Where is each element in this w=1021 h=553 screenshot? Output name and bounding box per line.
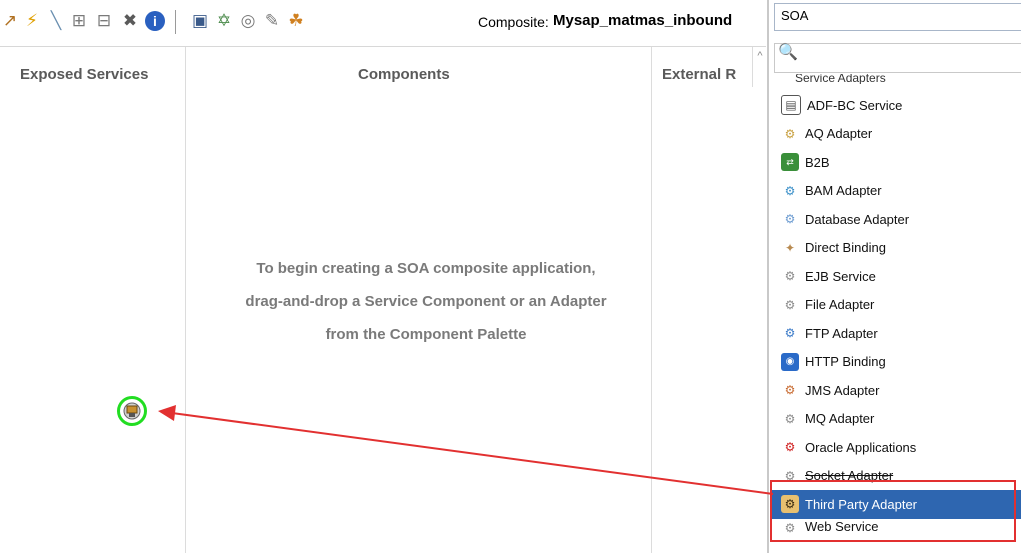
palette-item-adf-bc-service[interactable]: ▤ ADF-BC Service <box>781 91 1021 120</box>
palette-item-ejb-service[interactable]: ⚙ EJB Service <box>781 262 1021 291</box>
composite-name: Mysap_matmas_inbound <box>553 12 733 29</box>
palette-item-direct-binding[interactable]: ✦ Direct Binding <box>781 234 1021 263</box>
http-binding-icon: ◉ <box>781 352 799 371</box>
info-icon[interactable]: i <box>145 11 165 31</box>
b2b-icon: ⇄ <box>781 153 799 172</box>
palette-items: ▤ ADF-BC Service ⚙ AQ Adapter ⇄ B2B ⚙ BA… <box>771 91 1021 533</box>
wire-icon[interactable]: ╲ <box>46 11 66 31</box>
composite-canvas[interactable]: Exposed Services Components External R ^… <box>0 47 766 553</box>
toolbar-separator <box>175 10 176 34</box>
palette-item-database-adapter[interactable]: ⚙ Database Adapter <box>781 205 1021 234</box>
hint-line: To begin creating a SOA composite applic… <box>256 260 596 277</box>
bam-adapter-icon: ⚙ <box>784 183 796 198</box>
scroll-up-button[interactable]: ^ <box>752 47 767 87</box>
section-label: Service Adapters <box>795 74 886 84</box>
palette-search[interactable]: 🔍 <box>774 43 1021 73</box>
component-palette: SOA 🔍 Service Adapters ▤ ADF-BC Service … <box>767 0 1021 553</box>
ejb-service-icon: ⚙ <box>784 269 796 284</box>
toolbar: ↗ ⚡ ╲ ⊞ ⊟ ✖ i ▣ ✡ ◎ ✎ ☘ Composite: Mysap… <box>0 0 766 47</box>
add-icon[interactable]: ⊞ <box>69 11 89 31</box>
delete-icon[interactable]: ✖ <box>120 11 140 31</box>
hint-line: drag-and-drop a Service Component or an … <box>245 293 607 310</box>
deploy-icon[interactable]: ☘ <box>286 11 306 31</box>
aq-adapter-icon: ⚙ <box>784 126 796 141</box>
empty-canvas-hint: To begin creating a SOA composite applic… <box>186 252 666 351</box>
mq-adapter-icon: ⚙ <box>784 411 796 426</box>
exposed-services-header: Exposed Services <box>20 66 149 83</box>
palette-item-b2b[interactable]: ⇄ B2B <box>781 148 1021 177</box>
jms-adapter-icon: ⚙ <box>784 383 796 398</box>
oracle-apps-icon: ⚙ <box>784 440 796 455</box>
adfbc-icon: ▤ <box>781 95 801 116</box>
layout-icon[interactable]: ▣ <box>190 11 210 31</box>
palette-item-aq-adapter[interactable]: ⚙ AQ Adapter <box>781 120 1021 149</box>
dropped-adapter-icon[interactable] <box>117 396 147 426</box>
palette-item-http-binding[interactable]: ◉ HTTP Binding <box>781 348 1021 377</box>
palette-category-select[interactable]: SOA <box>774 3 1021 31</box>
refresh-icon[interactable]: ◎ <box>238 11 258 31</box>
components-header: Components <box>358 66 450 83</box>
annotation-highlight-box <box>770 480 1016 542</box>
composite-label: Composite: <box>478 14 549 30</box>
palette-item-bam-adapter[interactable]: ⚙ BAM Adapter <box>781 177 1021 206</box>
tree-icon[interactable]: ✡ <box>214 11 234 31</box>
hint-line: from the Component Palette <box>325 326 527 343</box>
palette-item-mq-adapter[interactable]: ⚙ MQ Adapter <box>781 405 1021 434</box>
direct-binding-icon: ✦ <box>784 240 796 255</box>
palette-item-file-adapter[interactable]: ⚙ File Adapter <box>781 291 1021 320</box>
palette-item-ftp-adapter[interactable]: ⚙ FTP Adapter <box>781 319 1021 348</box>
external-references-header: External R <box>662 66 737 83</box>
database-adapter-icon: ⚙ <box>784 212 796 227</box>
ftp-adapter-icon: ⚙ <box>784 326 796 341</box>
binoculars-icon[interactable]: 🔍 <box>778 42 798 62</box>
remove-icon[interactable]: ⊟ <box>94 11 114 31</box>
palette-item-jms-adapter[interactable]: ⚙ JMS Adapter <box>781 376 1021 405</box>
arrow-icon[interactable]: ↗ <box>0 11 20 31</box>
lightning-icon[interactable]: ⚡ <box>22 11 42 31</box>
palette-item-oracle-applications[interactable]: ⚙ Oracle Applications <box>781 433 1021 462</box>
edit-icon[interactable]: ✎ <box>262 11 282 31</box>
file-adapter-icon: ⚙ <box>784 297 796 312</box>
